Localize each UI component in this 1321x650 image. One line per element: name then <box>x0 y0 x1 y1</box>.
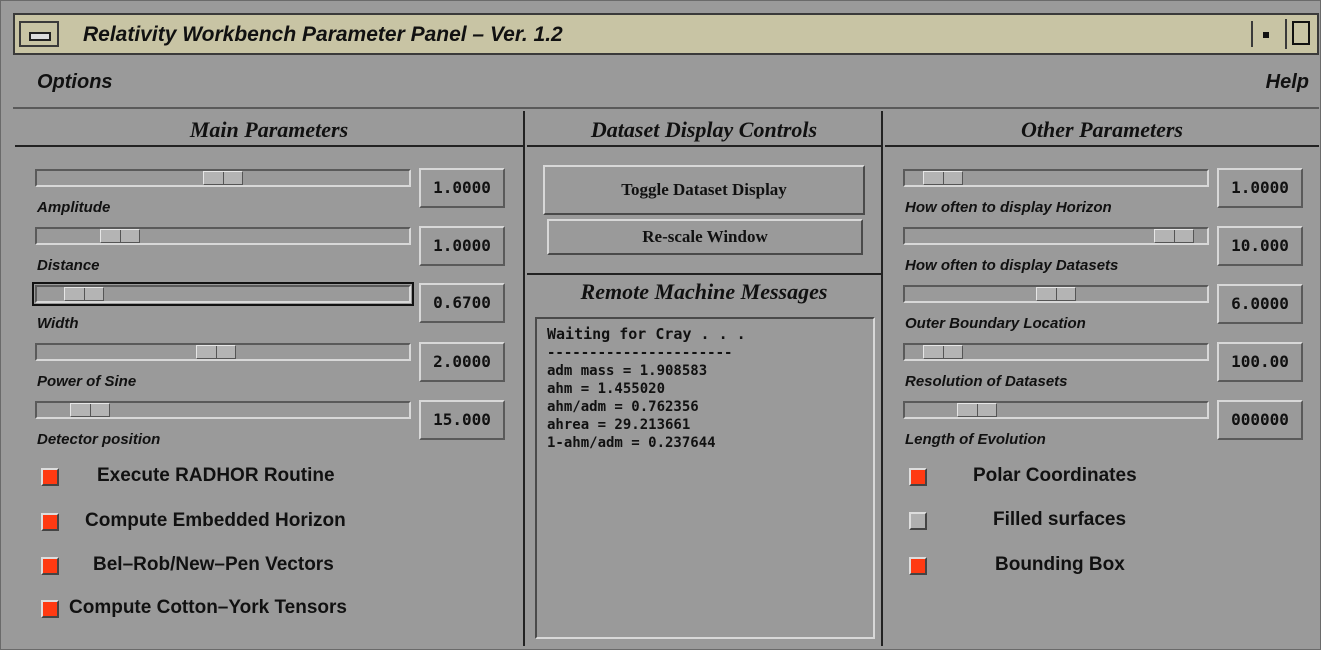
distance-value[interactable]: 1.0000 <box>419 226 505 266</box>
message-waiting: Waiting for Cray . . . <box>547 325 746 343</box>
evolution-length-slider[interactable] <box>903 401 1209 419</box>
maximize-button[interactable] <box>1285 19 1313 49</box>
toggle-dataset-display-button[interactable]: Toggle Dataset Display <box>543 165 865 215</box>
slider-thumb[interactable] <box>923 171 963 185</box>
bounding-box-checkbox[interactable] <box>909 557 927 575</box>
amplitude-label: Amplitude <box>37 199 111 216</box>
datasets-frequency-value[interactable]: 10.000 <box>1217 226 1303 266</box>
width-label: Width <box>37 315 79 332</box>
menu-options[interactable]: Options <box>37 71 113 94</box>
minimize-button[interactable] <box>1251 21 1279 47</box>
divider <box>885 145 1319 147</box>
width-slider[interactable] <box>32 282 414 306</box>
radhor-label: Execute RADHOR Routine <box>97 465 335 486</box>
bounding-box-label: Bounding Box <box>995 554 1125 575</box>
message-line: adm mass = 1.908583 <box>547 363 708 379</box>
cotton-york-label: Compute Cotton–York Tensors <box>69 597 347 618</box>
message-separator: ---------------------- <box>547 345 733 361</box>
title-bar: Relativity Workbench Parameter Panel – V… <box>13 13 1319 55</box>
main-parameters-panel: Main Parameters 1.0000 Amplitude 1.0000 … <box>15 111 525 646</box>
slider-thumb[interactable] <box>70 403 110 417</box>
outer-boundary-label: Outer Boundary Location <box>905 315 1086 332</box>
message-line: ahm = 1.455020 <box>547 381 666 397</box>
slider-thumb[interactable] <box>957 403 997 417</box>
cotton-york-checkbox[interactable] <box>41 600 59 618</box>
detector-position-value[interactable]: 15.000 <box>419 400 505 440</box>
resolution-slider[interactable] <box>903 343 1209 361</box>
bel-rob-vectors-checkbox[interactable] <box>41 557 59 575</box>
messages-text: Waiting for Cray . . . -----------------… <box>547 325 746 452</box>
bel-rob-vectors-label: Bel–Rob/New–Pen Vectors <box>93 554 334 575</box>
app-window: Relativity Workbench Parameter Panel – V… <box>0 0 1321 650</box>
embedded-horizon-checkbox[interactable] <box>41 513 59 531</box>
message-line: 1-ahm/adm = 0.237644 <box>547 435 716 451</box>
slider-thumb[interactable] <box>1036 287 1076 301</box>
slider-thumb[interactable] <box>100 229 140 243</box>
radhor-checkbox[interactable] <box>41 468 59 486</box>
amplitude-value[interactable]: 1.0000 <box>419 168 505 208</box>
maximize-icon <box>1292 21 1310 45</box>
outer-boundary-slider[interactable] <box>903 285 1209 303</box>
slider-thumb[interactable] <box>196 345 236 359</box>
detector-position-label: Detector position <box>37 431 161 448</box>
filled-surfaces-checkbox[interactable] <box>909 512 927 530</box>
dataset-controls-title: Dataset Display Controls <box>590 117 818 142</box>
slider-thumb[interactable] <box>923 345 963 359</box>
slider-thumb[interactable] <box>1154 229 1194 243</box>
slider-thumb[interactable] <box>64 287 104 301</box>
divider <box>527 145 881 147</box>
rescale-window-button[interactable]: Re-scale Window <box>547 219 863 255</box>
menu-help[interactable]: Help <box>1266 71 1309 94</box>
polar-coordinates-checkbox[interactable] <box>909 468 927 486</box>
width-value[interactable]: 0.6700 <box>419 283 505 323</box>
message-line: ahrea = 29.213661 <box>547 417 691 433</box>
horizon-frequency-label: How often to display Horizon <box>905 199 1112 216</box>
dataset-panel: Dataset Display Controls Toggle Dataset … <box>527 111 883 646</box>
filled-surfaces-label: Filled surfaces <box>993 509 1127 530</box>
amplitude-slider[interactable] <box>35 169 411 187</box>
evolution-length-label: Length of Evolution <box>905 431 1046 448</box>
main-parameters-title: Main Parameters <box>189 117 349 142</box>
embedded-horizon-label: Compute Embedded Horizon <box>85 510 346 531</box>
datasets-frequency-slider[interactable] <box>903 227 1209 245</box>
divider <box>15 145 523 147</box>
distance-label: Distance <box>37 257 100 274</box>
detector-position-slider[interactable] <box>35 401 411 419</box>
power-of-sine-label: Power of Sine <box>37 373 137 390</box>
minimize-icon <box>1263 32 1269 38</box>
datasets-frequency-label: How often to display Datasets <box>905 257 1119 274</box>
power-of-sine-value[interactable]: 2.0000 <box>419 342 505 382</box>
horizon-frequency-slider[interactable] <box>903 169 1209 187</box>
window-menu-button[interactable] <box>19 21 59 47</box>
messages-area[interactable]: Waiting for Cray . . . -----------------… <box>535 317 875 639</box>
slider-thumb[interactable] <box>203 171 243 185</box>
window-title: Relativity Workbench Parameter Panel – V… <box>83 23 563 46</box>
divider <box>527 273 881 275</box>
power-of-sine-slider[interactable] <box>35 343 411 361</box>
menu-bar: Options Help <box>13 59 1319 109</box>
message-line: ahm/adm = 0.762356 <box>547 399 699 415</box>
resolution-label: Resolution of Datasets <box>905 373 1068 390</box>
resolution-value[interactable]: 100.00 <box>1217 342 1303 382</box>
window-menu-icon <box>29 32 51 41</box>
polar-coordinates-label: Polar Coordinates <box>973 465 1137 486</box>
other-parameters-title: Other Parameters <box>1021 117 1183 142</box>
evolution-length-value[interactable]: 000000 <box>1217 400 1303 440</box>
outer-boundary-value[interactable]: 6.0000 <box>1217 284 1303 324</box>
remote-messages-title: Remote Machine Messages <box>580 279 828 304</box>
other-parameters-panel: Other Parameters 1.0000 How often to dis… <box>885 111 1319 646</box>
distance-slider[interactable] <box>35 227 411 245</box>
horizon-frequency-value[interactable]: 1.0000 <box>1217 168 1303 208</box>
